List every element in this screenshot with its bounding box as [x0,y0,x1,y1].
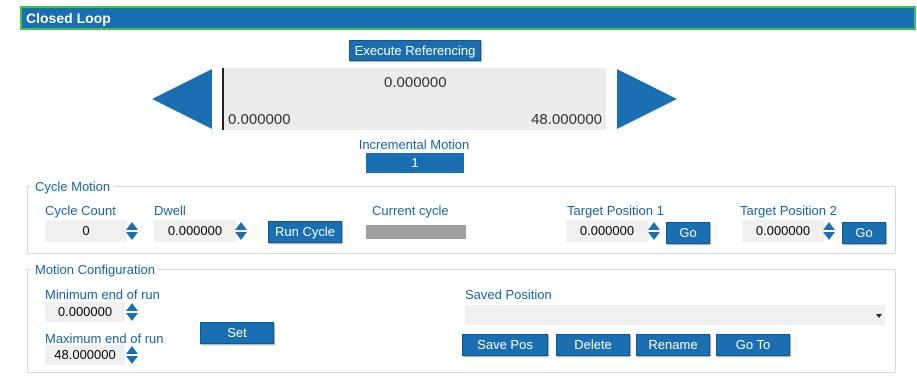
chevron-down-icon [876,314,882,318]
incremental-motion-label: Incremental Motion [358,137,470,152]
min-end-of-run-label: Minimum end of run [45,287,160,302]
min-end-of-run-input[interactable]: 0.000000 [45,302,125,322]
target-position-1-spinner-icon[interactable] [648,222,660,240]
target-position-2-go-button[interactable]: Go [842,222,886,244]
panel-header: Closed Loop [20,6,916,30]
save-pos-button[interactable]: Save Pos [462,334,548,356]
target-position-2-spinner-icon[interactable] [823,222,835,240]
current-cycle-label: Current cycle [372,203,449,218]
target-position-1-go-button[interactable]: Go [666,222,710,244]
dwell-spinner-icon[interactable] [235,222,247,240]
target-position-2-input[interactable]: 0.000000 [742,220,824,242]
target-position-1-input[interactable]: 0.000000 [566,220,648,242]
motion-configuration-legend: Motion Configuration [31,262,159,277]
cycle-count-spinner-icon[interactable] [126,222,138,240]
max-end-of-run-spinner-icon[interactable] [126,346,138,364]
cycle-motion-legend: Cycle Motion [31,179,115,194]
run-cycle-button[interactable]: Run Cycle [268,221,342,243]
target-position-1-label: Target Position 1 [567,203,664,218]
min-position-value: 0.000000 [228,111,291,128]
position-track: 0.000000 0.000000 48.000000 [222,68,606,130]
go-to-button[interactable]: Go To [716,334,790,356]
move-left-arrow-icon[interactable] [152,69,212,129]
dwell-label: Dwell [154,203,186,218]
cycle-count-input[interactable]: 0 [45,220,127,242]
max-end-of-run-label: Maximum end of run [45,331,164,346]
saved-position-select[interactable] [465,305,885,325]
max-end-of-run-input[interactable]: 48.000000 [45,345,125,365]
current-position-value: 0.000000 [384,74,447,91]
move-right-arrow-icon[interactable] [617,69,677,129]
saved-position-label: Saved Position [465,287,552,302]
cycle-count-label: Cycle Count [45,203,116,218]
dwell-input[interactable]: 0.000000 [154,220,236,242]
rename-button[interactable]: Rename [636,334,710,356]
delete-button[interactable]: Delete [556,334,630,356]
max-position-value: 48.000000 [531,111,602,128]
panel-title: Closed Loop [26,10,111,26]
incremental-motion-field[interactable]: 1 [366,153,464,173]
set-button[interactable]: Set [200,322,274,344]
min-end-of-run-spinner-icon[interactable] [126,303,138,321]
execute-referencing-button[interactable]: Execute Referencing [349,40,481,61]
current-cycle-progress-bar [366,225,466,239]
target-position-2-label: Target Position 2 [740,203,837,218]
